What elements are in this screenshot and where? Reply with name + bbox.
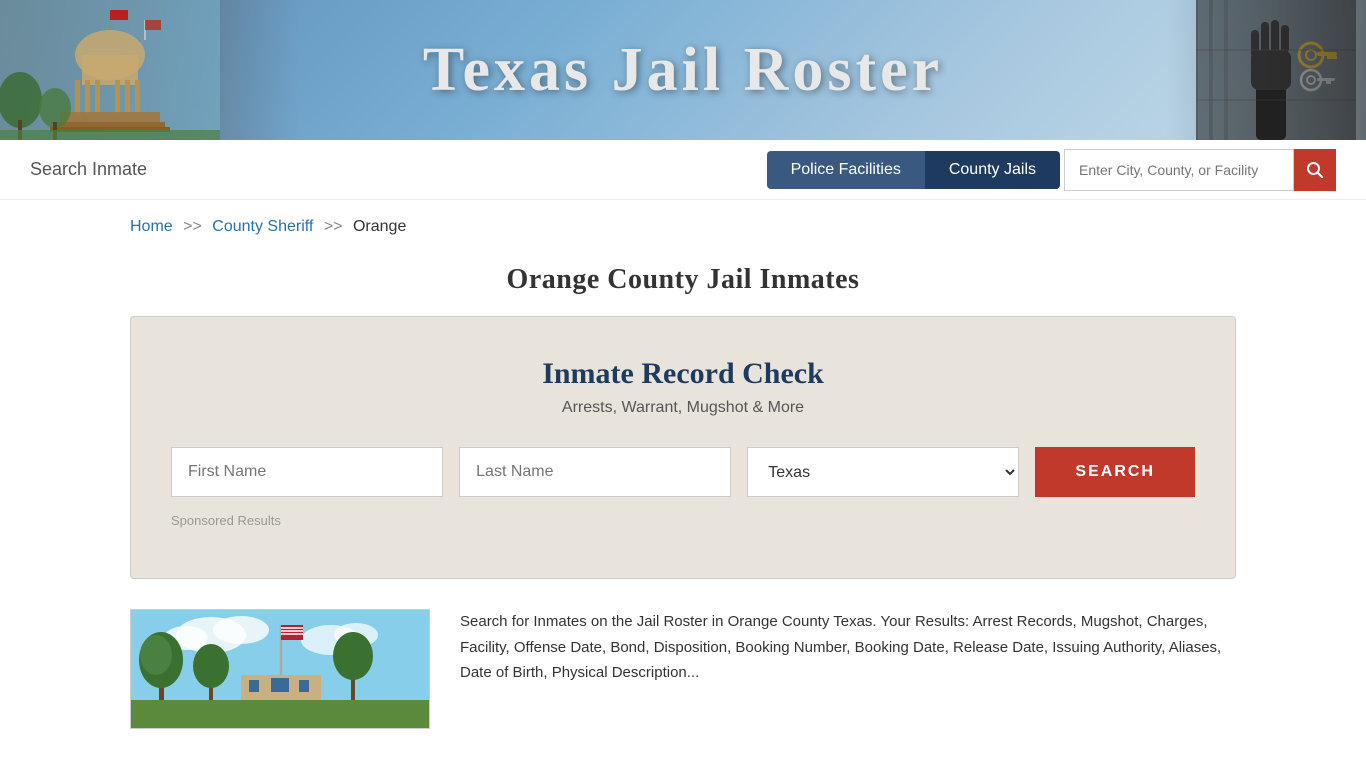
breadcrumb: Home >> County Sheriff >> Orange (0, 200, 1366, 254)
state-select[interactable]: AlabamaAlaskaArizonaArkansasCaliforniaCo… (747, 447, 1019, 497)
capitol-illustration (0, 0, 220, 140)
search-form-row: AlabamaAlaskaArizonaArkansasCaliforniaCo… (171, 447, 1195, 497)
banner-title: Texas Jail Roster (423, 35, 943, 106)
breadcrumb-home[interactable]: Home (130, 218, 173, 235)
banner-right-overlay (1166, 0, 1366, 140)
search-inmate-label: Search Inmate (30, 159, 147, 180)
sponsored-results-label: Sponsored Results (171, 513, 1195, 528)
search-icon (1306, 161, 1324, 179)
search-submit-button[interactable]: SEARCH (1035, 447, 1195, 497)
record-check-title: Inmate Record Check (171, 357, 1195, 391)
first-name-input[interactable] (171, 447, 443, 497)
breadcrumb-county-sheriff[interactable]: County Sheriff (212, 218, 313, 235)
description-text: Search for Inmates on the Jail Roster in… (460, 609, 1236, 729)
location-thumbnail (130, 609, 430, 729)
last-name-input[interactable] (459, 447, 731, 497)
header-banner: Texas Jail Roster (0, 0, 1366, 140)
bottom-section: Search for Inmates on the Jail Roster in… (130, 609, 1236, 729)
police-facilities-button[interactable]: Police Facilities (767, 151, 925, 189)
record-check-box: Inmate Record Check Arrests, Warrant, Mu… (130, 316, 1236, 579)
facility-search-input[interactable] (1064, 149, 1294, 191)
breadcrumb-sep1: >> (183, 218, 202, 235)
thumbnail-image (131, 610, 430, 729)
nav-bar: Search Inmate Police Facilities County J… (0, 140, 1366, 200)
nav-right: Police Facilities County Jails (767, 149, 1336, 191)
breadcrumb-sep2: >> (324, 218, 343, 235)
page-title: Orange County Jail Inmates (0, 264, 1366, 296)
county-jails-button[interactable]: County Jails (925, 151, 1060, 189)
facility-search-wrapper (1064, 149, 1336, 191)
facility-search-button[interactable] (1294, 149, 1336, 191)
record-check-subtitle: Arrests, Warrant, Mugshot & More (171, 399, 1195, 417)
page-title-section: Orange County Jail Inmates (0, 254, 1366, 316)
breadcrumb-current: Orange (353, 218, 406, 235)
